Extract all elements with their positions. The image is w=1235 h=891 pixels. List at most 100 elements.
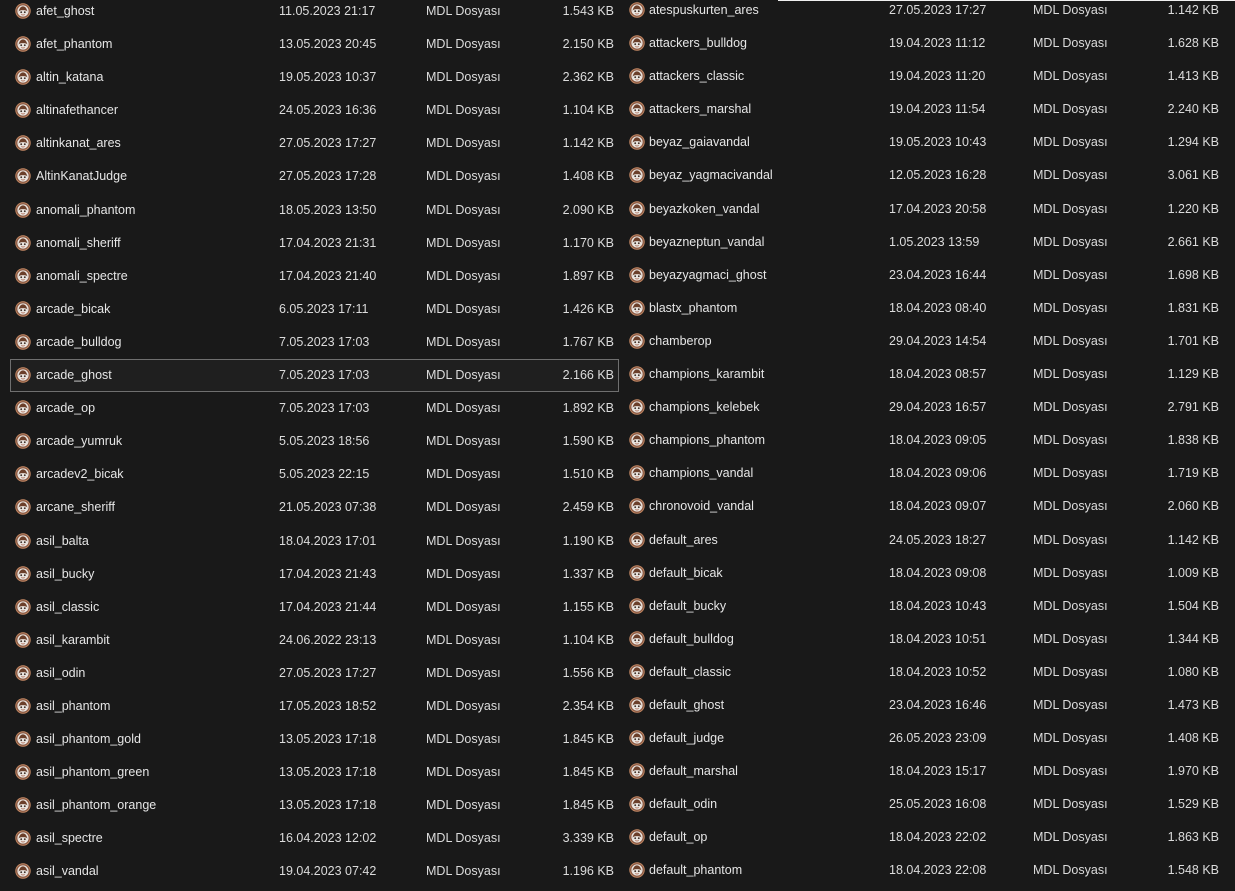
file-modified-date: 13.05.2023 20:45 <box>279 37 377 52</box>
file-type: MDL Dosyası <box>1033 267 1108 282</box>
file-size: 1.080 KB <box>1167 664 1219 679</box>
file-type: MDL Dosyası <box>1033 631 1108 646</box>
file-name: asil_vandal <box>36 864 99 879</box>
file-row-default-op[interactable]: default_op 18.04.2023 22:02 MDL Dosyası … <box>624 821 1235 854</box>
file-type: MDL Dosyası <box>1033 367 1108 382</box>
file-row-asil-phantom-gold[interactable]: asil_phantom_gold 13.05.2023 17:18 MDL D… <box>0 723 622 756</box>
file-type: MDL Dosyası <box>426 235 501 250</box>
file-size: 2.459 KB <box>562 500 614 515</box>
file-row-blastx-phantom[interactable]: blastx_phantom 18.04.2023 08:40 MDL Dosy… <box>624 292 1235 325</box>
file-name: altin_katana <box>36 70 104 85</box>
file-row-anomali-sheriff[interactable]: anomali_sheriff 17.04.2023 21:31 MDL Dos… <box>0 227 622 260</box>
file-row-asil-odin[interactable]: asil_odin 27.05.2023 17:27 MDL Dosyası 1… <box>0 657 622 690</box>
file-row-arcade-bicak[interactable]: arcade_bicak 6.05.2023 17:11 MDL Dosyası… <box>0 293 622 326</box>
file-row-arcade-bulldog[interactable]: arcade_bulldog 7.05.2023 17:03 MDL Dosya… <box>0 326 622 359</box>
mdl-file-icon <box>15 268 31 284</box>
file-size: 1.413 KB <box>1167 69 1219 84</box>
file-row-default-phantom[interactable]: default_phantom 18.04.2023 22:08 MDL Dos… <box>624 854 1235 887</box>
file-row-default-bulldog[interactable]: default_bulldog 18.04.2023 10:51 MDL Dos… <box>624 623 1235 656</box>
file-row-asil-phantom-orange[interactable]: asil_phantom_orange 13.05.2023 17:18 MDL… <box>0 789 622 822</box>
file-type: MDL Dosyası <box>426 334 501 349</box>
file-type: MDL Dosyası <box>1033 532 1108 547</box>
file-modified-date: 13.05.2023 17:18 <box>279 732 377 747</box>
file-row-arcade-ghost[interactable]: arcade_ghost 7.05.2023 17:03 MDL Dosyası… <box>10 359 619 393</box>
file-row-default-ares[interactable]: default_ares 24.05.2023 18:27 MDL Dosyas… <box>624 524 1235 557</box>
file-name: default_bucky <box>649 598 727 613</box>
file-row-default-bucky[interactable]: default_bucky 18.04.2023 10:43 MDL Dosya… <box>624 590 1235 623</box>
file-row-attackers-classic[interactable]: attackers_classic 19.04.2023 11:20 MDL D… <box>624 60 1235 93</box>
file-name: arcade_yumruk <box>36 434 123 449</box>
file-row-beyazkoken-vandal[interactable]: beyazkoken_vandal 17.04.2023 20:58 MDL D… <box>624 193 1235 226</box>
file-size: 1.142 KB <box>1167 532 1219 547</box>
file-modified-date: 18.04.2023 22:02 <box>889 830 987 845</box>
file-row-default-classic[interactable]: default_classic 18.04.2023 10:52 MDL Dos… <box>624 656 1235 689</box>
file-row-altinkanat-ares[interactable]: altinkanat_ares 27.05.2023 17:27 MDL Dos… <box>0 127 622 160</box>
file-row-arcane-sheriff[interactable]: arcane_sheriff 21.05.2023 07:38 MDL Dosy… <box>0 491 622 524</box>
file-rows-left: afet_ghost 11.05.2023 21:17 MDL Dosyası … <box>0 0 622 889</box>
file-row-beyazyagmaci-ghost[interactable]: beyazyagmaci_ghost 23.04.2023 16:44 MDL … <box>624 259 1235 292</box>
file-modified-date: 19.04.2023 11:20 <box>889 69 986 84</box>
file-modified-date: 17.04.2023 20:58 <box>889 201 987 216</box>
mdl-file-icon <box>629 267 645 283</box>
file-row-chamberop[interactable]: chamberop 29.04.2023 14:54 MDL Dosyası 1… <box>624 325 1235 358</box>
mdl-file-icon <box>629 829 645 846</box>
file-row-default-judge[interactable]: default_judge 26.05.2023 23:09 MDL Dosya… <box>624 722 1235 755</box>
file-modified-date: 7.05.2023 17:03 <box>279 401 370 416</box>
file-row-arcade-yumruk[interactable]: arcade_yumruk 5.05.2023 18:56 MDL Dosyas… <box>0 425 622 458</box>
file-row-arcadev2-bicak[interactable]: arcadev2_bicak 5.05.2023 22:15 MDL Dosya… <box>0 458 622 491</box>
file-row-asil-vandal[interactable]: asil_vandal 19.04.2023 07:42 MDL Dosyası… <box>0 855 622 888</box>
file-modified-date: 7.05.2023 17:03 <box>279 368 370 383</box>
file-name: default_judge <box>649 731 725 746</box>
file-row-champions-karambit[interactable]: champions_karambit 18.04.2023 08:57 MDL … <box>624 358 1235 391</box>
file-row-attackers-marshal[interactable]: attackers_marshal 19.04.2023 11:54 MDL D… <box>624 93 1235 126</box>
file-size: 1.970 KB <box>1167 764 1219 779</box>
file-row-asil-phantom[interactable]: asil_phantom 17.05.2023 18:52 MDL Dosyas… <box>0 690 622 723</box>
file-modified-date: 16.04.2023 12:02 <box>279 831 377 846</box>
file-modified-date: 18.04.2023 08:40 <box>889 300 987 315</box>
file-name: champions_karambit <box>649 367 765 382</box>
file-row-champions-kelebek[interactable]: champions_kelebek 29.04.2023 16:57 MDL D… <box>624 391 1235 424</box>
file-row-beyaz-gaiavandal[interactable]: beyaz_gaiavandal 19.05.2023 10:43 MDL Do… <box>624 126 1235 159</box>
file-row-beyazneptun-vandal[interactable]: beyazneptun_vandal 1.05.2023 13:59 MDL D… <box>624 226 1235 259</box>
file-name: attackers_classic <box>649 69 745 84</box>
file-size: 1.408 KB <box>1167 731 1219 746</box>
file-row-afet-phantom[interactable]: afet_phantom 13.05.2023 20:45 MDL Dosyas… <box>0 28 622 61</box>
file-row-default-ghost[interactable]: default_ghost 23.04.2023 16:46 MDL Dosya… <box>624 689 1235 722</box>
file-row-asil-classic[interactable]: asil_classic 17.04.2023 21:44 MDL Dosyas… <box>0 591 622 624</box>
file-row-asil-phantom-green[interactable]: asil_phantom_green 13.05.2023 17:18 MDL … <box>0 756 622 789</box>
file-type: MDL Dosyası <box>426 831 501 846</box>
file-row-arcade-op[interactable]: arcade_op 7.05.2023 17:03 MDL Dosyası 1.… <box>0 392 622 425</box>
file-modified-date: 18.04.2023 10:52 <box>889 664 987 679</box>
file-row-chronovoid-vandal[interactable]: chronovoid_vandal 18.04.2023 09:07 MDL D… <box>624 490 1235 523</box>
file-row-default-odin[interactable]: default_odin 25.05.2023 16:08 MDL Dosyas… <box>624 788 1235 821</box>
file-size: 1.543 KB <box>562 4 614 18</box>
mdl-file-icon <box>15 135 31 152</box>
file-modified-date: 27.05.2023 17:27 <box>279 665 377 680</box>
file-row-altin-katana[interactable]: altin_katana 19.05.2023 10:37 MDL Dosyas… <box>0 61 622 94</box>
file-size: 2.150 KB <box>562 37 614 52</box>
file-row-asil-spectre[interactable]: asil_spectre 16.04.2023 12:02 MDL Dosyas… <box>0 822 622 855</box>
file-row-beyaz-yagmacivandal[interactable]: beyaz_yagmacivandal 12.05.2023 16:28 MDL… <box>624 159 1235 192</box>
file-row-altinkanatjudge[interactable]: AltinKanatJudge 27.05.2023 17:28 MDL Dos… <box>0 160 622 193</box>
file-size: 2.791 KB <box>1167 400 1219 415</box>
file-row-afet-ghost[interactable]: afet_ghost 11.05.2023 21:17 MDL Dosyası … <box>0 0 622 28</box>
file-type: MDL Dosyası <box>426 268 501 283</box>
file-modified-date: 18.05.2023 13:50 <box>279 202 377 217</box>
file-row-anomali-phantom[interactable]: anomali_phantom 18.05.2023 13:50 MDL Dos… <box>0 194 622 227</box>
file-name: beyaz_gaiavandal <box>649 135 750 150</box>
file-row-atespuskurten-ares[interactable]: atespuskurten_ares 27.05.2023 17:27 MDL … <box>624 0 1235 27</box>
file-row-champions-phantom[interactable]: champions_phantom 18.04.2023 09:05 MDL D… <box>624 424 1235 457</box>
file-type: MDL Dosyası <box>426 401 501 416</box>
file-row-altinafethancer[interactable]: altinafethancer 24.05.2023 16:36 MDL Dos… <box>0 94 622 127</box>
file-row-asil-balta[interactable]: asil_balta 18.04.2023 17:01 MDL Dosyası … <box>0 525 622 558</box>
file-row-attackers-bulldog[interactable]: attackers_bulldog 19.04.2023 11:12 MDL D… <box>624 27 1235 60</box>
file-type: MDL Dosyası <box>1033 300 1108 315</box>
file-row-default-bicak[interactable]: default_bicak 18.04.2023 09:08 MDL Dosya… <box>624 557 1235 590</box>
file-row-champions-vandal[interactable]: champions_vandal 18.04.2023 09:06 MDL Do… <box>624 457 1235 490</box>
file-row-anomali-spectre[interactable]: anomali_spectre 17.04.2023 21:40 MDL Dos… <box>0 260 622 293</box>
file-row-default-marshal[interactable]: default_marshal 18.04.2023 15:17 MDL Dos… <box>624 755 1235 788</box>
file-row-asil-bucky[interactable]: asil_bucky 17.04.2023 21:43 MDL Dosyası … <box>0 558 622 591</box>
file-row-asil-karambit[interactable]: asil_karambit 24.06.2022 23:13 MDL Dosya… <box>0 624 622 657</box>
mdl-file-icon <box>629 763 645 779</box>
file-type: MDL Dosyası <box>426 4 501 18</box>
